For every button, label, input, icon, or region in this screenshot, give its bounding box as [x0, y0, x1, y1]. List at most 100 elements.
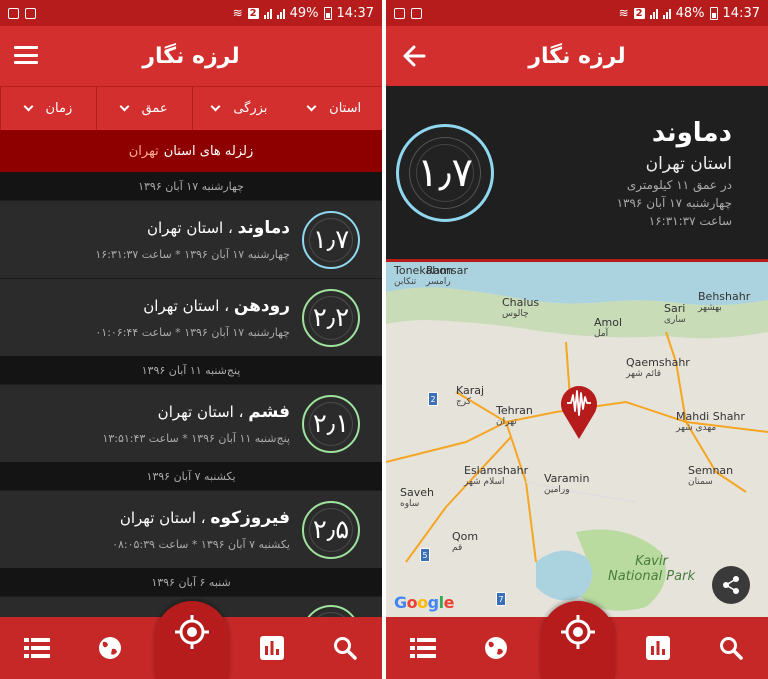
map-city-label: Karaj کرج — [456, 384, 485, 407]
chart-icon — [645, 636, 670, 660]
share-icon — [723, 576, 739, 594]
search-icon — [334, 637, 357, 660]
system-status: ≋ 2 48% 14:37 — [619, 6, 760, 21]
nav-stats[interactable] — [628, 617, 688, 679]
app-notification-icon — [411, 7, 422, 19]
bottom-nav — [0, 601, 382, 679]
signal-icon-2 — [662, 8, 671, 19]
earthquake-datetime: یکشنبه ۷ آبان ۱۳۹۶ * ساعت ۰۸:۰۵:۳۹ — [112, 538, 290, 551]
signal-icon — [649, 8, 658, 19]
app-title: لرزه نگار — [528, 43, 626, 69]
map-city-label: Amol آمل — [594, 316, 623, 339]
chevron-down-icon — [306, 101, 317, 112]
clock: 14:37 — [722, 5, 760, 21]
earthquake-province: ، استان تهران — [157, 403, 244, 421]
earthquake-info: دماوند ، استان تهران چهارشنبه ۱۷ آبان ۱۳۹… — [8, 218, 302, 261]
nav-search[interactable] — [315, 617, 375, 679]
detail-screen: ≋ 2 48% 14:37 لرزه نگار ۱٫۷ دماوند استان… — [386, 0, 768, 679]
hamburger-menu-icon[interactable] — [14, 46, 38, 64]
filter-label: زمان — [45, 101, 73, 116]
nav-location[interactable] — [155, 601, 229, 679]
battery-percent: 48% — [675, 5, 705, 21]
quake-province: استان تهران — [645, 153, 732, 174]
map-view[interactable]: Tonekabon تنکابن Ramsar رامسر Chalus چالوس … — [386, 262, 768, 618]
earthquake-row[interactable]: فیروزکوه ، استان تهران یکشنبه ۷ آبان ۱۳۹۶… — [0, 490, 382, 568]
filter-label: بزرگی — [233, 101, 268, 116]
date-separator: یکشنبه ۷ آبان ۱۳۹۶ — [0, 462, 382, 490]
list-icon — [23, 638, 50, 658]
region-banner-region: تهران — [128, 143, 159, 159]
map-city-label: Qaemshahr قائم شهر — [626, 356, 690, 379]
filter-province[interactable]: استان — [287, 87, 382, 130]
nav-list[interactable] — [7, 617, 67, 679]
clock: 14:37 — [336, 5, 374, 21]
wifi-icon: ≋ — [232, 6, 243, 20]
battery-percent: 49% — [289, 5, 319, 21]
chevron-down-icon — [210, 101, 221, 112]
app-bar: لرزه نگار — [386, 26, 768, 86]
filter-label: عمق — [141, 101, 168, 116]
gallery-notification-icon — [8, 7, 19, 19]
share-button[interactable] — [712, 566, 750, 604]
nav-location[interactable] — [541, 601, 615, 679]
gallery-notification-icon — [394, 7, 405, 19]
sim2-icon: 2 — [247, 7, 259, 19]
nav-globe[interactable] — [80, 617, 140, 679]
map-city-label: Varamin ورامین — [544, 472, 590, 495]
magnitude-badge: ۲٫۵ — [302, 500, 360, 559]
status-bar: ≋ 2 49% 14:37 — [0, 0, 382, 26]
nav-stats[interactable] — [242, 617, 302, 679]
region-banner-prefix: زلزله های استان — [163, 143, 254, 159]
globe-icon — [485, 637, 508, 659]
filter-label: استان — [329, 101, 362, 116]
quake-time: ساعت ۱۶:۳۱:۳۷ — [648, 213, 732, 228]
earthquake-city: رودهن — [233, 296, 290, 316]
earthquake-info: فیروزکوه ، استان تهران یکشنبه ۷ آبان ۱۳۹۶… — [8, 508, 302, 551]
map-city-label: Sari ساری — [664, 302, 686, 325]
earthquake-city: فشم — [248, 402, 290, 422]
nav-list[interactable] — [393, 617, 453, 679]
filter-magnitude[interactable]: بزرگی — [191, 87, 288, 130]
quake-marker-icon[interactable] — [560, 382, 598, 440]
earthquake-row[interactable]: فشم ، استان تهران پنج‌شنبه ۱۱ آبان ۱۳۹۶ *… — [0, 384, 382, 462]
wifi-icon: ≋ — [618, 6, 629, 20]
battery-icon — [709, 6, 718, 20]
chevron-down-icon — [119, 101, 130, 112]
map-city-label: Mahdi Shahr مهدی شهر — [676, 410, 745, 433]
list-icon — [409, 638, 436, 658]
quake-depth: در عمق ۱۱ کیلومتری — [626, 177, 732, 192]
date-separator: شنبه ۶ آبان ۱۳۹۶ — [0, 568, 382, 596]
earthquake-province: ، استان تهران — [143, 297, 230, 315]
earthquake-title: فیروزکوه ، استان تهران — [8, 508, 290, 528]
app-title: لرزه نگار — [142, 43, 240, 69]
signal-icon — [263, 8, 272, 19]
map-city-label: Saveh ساوه — [400, 486, 434, 509]
bottom-nav — [386, 601, 768, 679]
nav-search[interactable] — [701, 617, 761, 679]
magnitude-badge: ۲٫۲ — [302, 288, 360, 347]
earthquake-info: فشم ، استان تهران پنج‌شنبه ۱۱ آبان ۱۳۹۶ *… — [8, 402, 302, 445]
map-background — [386, 262, 768, 611]
list-screen: ≋ 2 49% 14:37 لرزه نگار استان بزرگی عمق … — [0, 0, 382, 679]
status-bar: ≋ 2 48% 14:37 — [386, 0, 768, 26]
search-icon — [720, 637, 743, 660]
back-arrow-icon[interactable] — [400, 42, 428, 70]
filter-depth[interactable]: عمق — [95, 87, 192, 130]
sim2-icon: 2 — [633, 7, 645, 19]
earthquake-datetime: چهارشنبه ۱۷ آبان ۱۳۹۶ * ساعت ۱۶:۳۱:۳۷ — [95, 248, 290, 261]
map-city-label: Qom قم — [452, 530, 479, 553]
map-city-label: Chalus چالوس — [502, 296, 540, 319]
app-notification-icon — [25, 7, 36, 19]
earthquake-row[interactable]: رودهن ، استان تهران چهارشنبه ۱۷ آبان ۱۳۹۶… — [0, 278, 382, 356]
earthquake-title: دماوند ، استان تهران — [8, 218, 290, 238]
earthquake-city: دماوند — [237, 218, 290, 238]
date-separator: پنج‌شنبه ۱۱ آبان ۱۳۹۶ — [0, 356, 382, 384]
nav-globe[interactable] — [466, 617, 526, 679]
earthquake-datetime: پنج‌شنبه ۱۱ آبان ۱۳۹۶ * ساعت ۱۳:۵۱:۴۳ — [102, 432, 290, 445]
quake-detail-info: دماوند استان تهران در عمق ۱۱ کیلومتری چه… — [494, 118, 754, 228]
earthquake-row[interactable]: دماوند ، استان تهران چهارشنبه ۱۷ آبان ۱۳۹… — [0, 200, 382, 278]
road-shield: 5 — [420, 548, 430, 562]
earthquake-title: رودهن ، استان تهران — [8, 296, 290, 316]
app-bar: لرزه نگار — [0, 26, 382, 86]
filter-time[interactable]: زمان — [0, 87, 96, 130]
